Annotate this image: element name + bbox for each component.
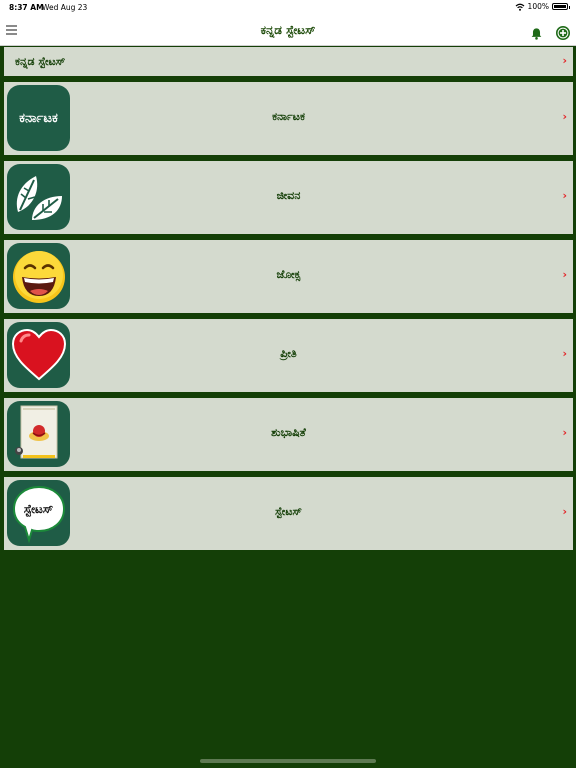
battery-icon <box>552 3 570 10</box>
list-item-preethi[interactable]: ಪ್ರೀತಿ › <box>4 319 573 392</box>
list-item-label: ಸ್ಟೇಟಸ್ <box>275 505 302 518</box>
battery-percent: 100% <box>527 2 549 11</box>
chevron-right-icon: › <box>562 54 567 67</box>
list-item-label: ಜೋಕ್ಸ <box>276 268 301 281</box>
list-item-jokes[interactable]: ಜೋಕ್ಸ › <box>4 240 573 313</box>
header-row[interactable]: ಕನ್ನಡ ಸ್ಟೇಟಸ್ › <box>4 47 573 76</box>
category-list: ಕರ್ನಾಟಕ ಕರ್ನಾಟಕ › ಜೀವನ › ಜೋಕ್ಸ › ಪ್ರೀತಿ … <box>4 82 573 556</box>
list-item-subhashithe[interactable]: ಶುಭಾಷಿತೆ › <box>4 398 573 471</box>
list-item-jeevana[interactable]: ಜೀವನ › <box>4 161 573 234</box>
page-title: ಕನ್ನಡ ಸ್ಟೇಟಸ್ <box>260 23 316 37</box>
chevron-right-icon: › <box>562 426 567 439</box>
list-item-label: ಕರ್ನಾಟಕ <box>272 110 305 123</box>
wifi-icon <box>515 3 524 11</box>
add-icon[interactable] <box>556 26 570 40</box>
list-item-label: ಪ್ರೀತಿ <box>280 347 297 360</box>
chevron-right-icon: › <box>562 189 567 202</box>
header-label: ಕನ್ನಡ ಸ್ಟೇಟಸ್ <box>15 55 66 68</box>
list-item-status[interactable]: ಸ್ಟೇಟಸ್ ಸ್ಟೇಟಸ್ › <box>4 477 573 550</box>
status-date: Wed Aug 23 <box>42 3 88 12</box>
list-item-karnataka[interactable]: ಕರ್ನಾಟಕ ಕರ್ನಾಟಕ › <box>4 82 573 155</box>
status-time: 8:37 AM <box>9 3 44 12</box>
status-bar: 8:37 AM Wed Aug 23 100% <box>0 0 576 14</box>
list-item-label: ಜೀವನ <box>276 189 301 202</box>
home-indicator <box>200 759 376 763</box>
chevron-right-icon: › <box>562 505 567 518</box>
chevron-right-icon: › <box>562 110 567 123</box>
chevron-right-icon: › <box>562 268 567 281</box>
list-item-label: ಶುಭಾಷಿತೆ <box>271 426 306 439</box>
nav-bar: ಕನ್ನಡ ಸ್ಟೇಟಸ್ <box>0 14 576 46</box>
status-indicators: 100% <box>515 2 570 11</box>
chevron-right-icon: › <box>562 347 567 360</box>
bell-icon[interactable] <box>530 27 543 40</box>
